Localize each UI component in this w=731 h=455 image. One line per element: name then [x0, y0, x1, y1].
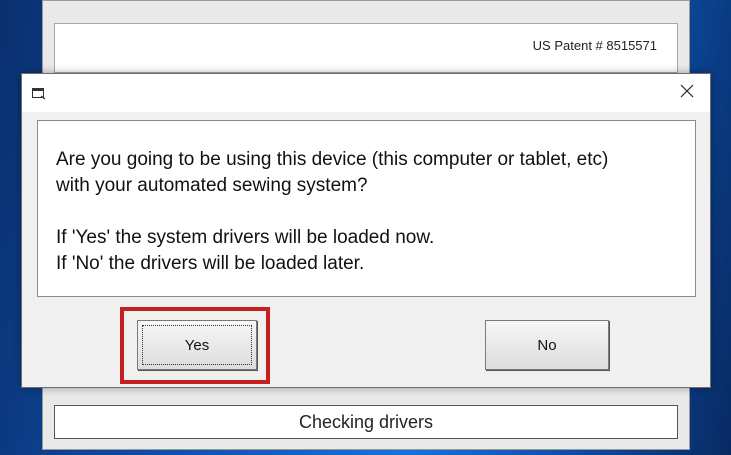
patent-panel: US Patent # 8515571	[54, 23, 678, 73]
patent-text: US Patent # 8515571	[532, 38, 657, 53]
message-line: Are you going to be using this device (t…	[56, 149, 609, 170]
status-field: Checking drivers	[54, 405, 678, 439]
no-button-label: No	[537, 336, 557, 354]
message-line: If 'Yes' the system drivers will be load…	[56, 227, 435, 248]
message-line: If 'No' the drivers will be loaded later…	[56, 253, 365, 274]
close-icon	[680, 84, 694, 103]
yes-button[interactable]: Yes	[137, 320, 257, 370]
background-window-strip	[43, 388, 689, 402]
no-button[interactable]: No	[485, 320, 609, 370]
window-icon	[32, 87, 46, 100]
dialog-titlebar	[22, 74, 710, 112]
message-panel: Are you going to be using this device (t…	[37, 120, 696, 297]
yes-button-label: Yes	[184, 336, 210, 354]
status-text: Checking drivers	[298, 411, 434, 432]
close-button[interactable]	[664, 74, 710, 112]
driver-prompt-dialog: Are you going to be using this device (t…	[21, 73, 711, 388]
message-line: with your automated sewing system?	[56, 175, 368, 196]
